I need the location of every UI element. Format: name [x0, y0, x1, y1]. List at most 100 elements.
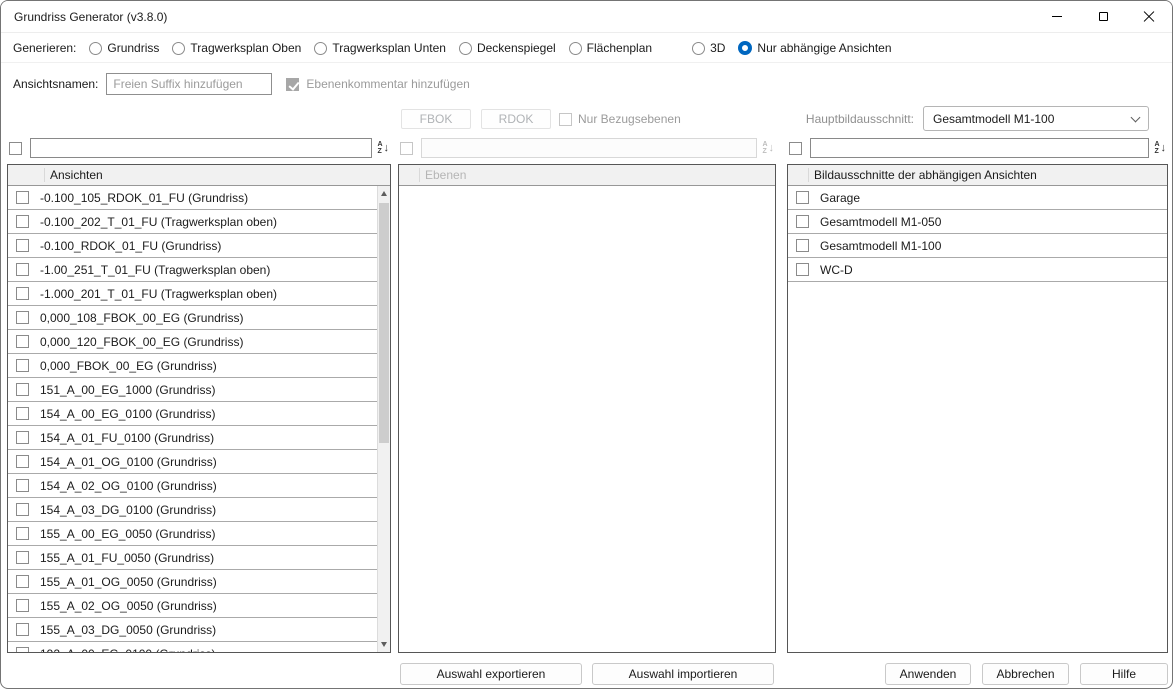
- row-checkbox[interactable]: [16, 647, 29, 652]
- radio-icon: [172, 42, 185, 55]
- view-list-item[interactable]: -1.00_251_T_01_FU (Tragwerksplan oben): [8, 258, 377, 282]
- title-bar: Grundriss Generator (v3.8.0): [1, 1, 1172, 33]
- view-list-item[interactable]: -0.100_202_T_01_FU (Tragwerksplan oben): [8, 210, 377, 234]
- viewports-select-all-checkbox[interactable]: [789, 142, 802, 155]
- export-selection-button[interactable]: Auswahl exportieren: [400, 663, 582, 685]
- grundriss-generator-window: Grundriss Generator (v3.8.0) Generieren:…: [0, 0, 1173, 689]
- maximize-icon: [1099, 12, 1108, 21]
- generate-radio-option[interactable]: Tragwerksplan Oben: [172, 41, 301, 55]
- row-checkbox[interactable]: [16, 191, 29, 204]
- row-checkbox[interactable]: [16, 623, 29, 636]
- row-label: 154_A_03_DG_0100 (Grundriss): [40, 503, 216, 517]
- radio-icon: [89, 42, 102, 55]
- view-list-item[interactable]: 154_A_01_FU_0100 (Grundriss): [8, 426, 377, 450]
- generate-radio-option[interactable]: Grundriss: [89, 41, 159, 55]
- row-checkbox[interactable]: [796, 215, 809, 228]
- row-label: 0,000_FBOK_00_EG (Grundriss): [40, 359, 217, 373]
- view-list-item[interactable]: 154_A_01_OG_0100 (Grundriss): [8, 450, 377, 474]
- radio-icon: [569, 42, 582, 55]
- generate-radio-option[interactable]: Deckenspiegel: [459, 41, 556, 55]
- scrollbar-thumb[interactable]: [379, 203, 389, 443]
- sort-arrow: ↓: [384, 143, 390, 154]
- import-selection-button[interactable]: Auswahl importieren: [592, 663, 774, 685]
- view-list-item[interactable]: 155_A_01_OG_0050 (Grundriss): [8, 570, 377, 594]
- row-checkbox[interactable]: [16, 215, 29, 228]
- viewports-search-input[interactable]: [810, 138, 1149, 158]
- viewports-header-label: Bildausschnitte der abhängigen Ansichten: [788, 168, 1037, 182]
- row-label: 155_A_00_EG_0050 (Grundriss): [40, 527, 215, 541]
- row-label: 192_A_00_EG_0100 (Grundriss): [40, 647, 215, 653]
- viewports-panel: Bildausschnitte der abhängigen Ansichten…: [787, 164, 1168, 653]
- levels-header-label: Ebenen: [399, 168, 466, 182]
- row-label: 151_A_00_EG_1000 (Grundriss): [40, 383, 215, 397]
- viewport-list-item[interactable]: Garage: [788, 186, 1167, 210]
- viewport-list-item[interactable]: Gesamtmodell M1-050: [788, 210, 1167, 234]
- view-list-item[interactable]: 0,000_120_FBOK_00_EG (Grundriss): [8, 330, 377, 354]
- fbok-button: FBOK: [401, 109, 471, 129]
- view-names-row: Ansichtsnamen: Ebenenkommentar hinzufüge…: [1, 71, 1172, 97]
- row-checkbox[interactable]: [796, 263, 809, 276]
- generate-options-row: Generieren: Grundriss Tragwerksplan Oben…: [1, 34, 1172, 63]
- view-list-item[interactable]: -0.100_105_RDOK_01_FU (Grundriss): [8, 186, 377, 210]
- view-list-item[interactable]: 155_A_00_EG_0050 (Grundriss): [8, 522, 377, 546]
- view-list-item[interactable]: 0,000_FBOK_00_EG (Grundriss): [8, 354, 377, 378]
- viewport-list-item[interactable]: WC-D: [788, 258, 1167, 282]
- generate-radio-option[interactable]: 3D: [692, 41, 725, 55]
- generate-radio-option[interactable]: Flächenplan: [569, 41, 652, 55]
- viewports-sort-az-icon[interactable]: AZ ↓: [1154, 141, 1166, 155]
- view-list-item[interactable]: 154_A_00_EG_0100 (Grundriss): [8, 402, 377, 426]
- row-checkbox[interactable]: [16, 383, 29, 396]
- row-checkbox[interactable]: [16, 527, 29, 540]
- row-checkbox[interactable]: [16, 359, 29, 372]
- view-list-item[interactable]: 154_A_03_DG_0100 (Grundriss): [8, 498, 377, 522]
- apply-button[interactable]: Anwenden: [885, 663, 971, 685]
- view-list-item[interactable]: 155_A_01_FU_0050 (Grundriss): [8, 546, 377, 570]
- row-checkbox[interactable]: [16, 551, 29, 564]
- row-checkbox[interactable]: [16, 479, 29, 492]
- view-list-item[interactable]: 0,000_108_FBOK_00_EG (Grundriss): [8, 306, 377, 330]
- row-checkbox[interactable]: [16, 599, 29, 612]
- cancel-button[interactable]: Abbrechen: [982, 663, 1069, 685]
- row-checkbox[interactable]: [796, 191, 809, 204]
- nur-bezugsebenen-checkbox: [559, 113, 572, 126]
- view-list-item[interactable]: 151_A_00_EG_1000 (Grundriss): [8, 378, 377, 402]
- help-button[interactable]: Hilfe: [1080, 663, 1168, 685]
- views-scrollbar[interactable]: [377, 186, 390, 652]
- generate-radio-option[interactable]: Nur abhängige Ansichten: [738, 41, 891, 55]
- row-checkbox[interactable]: [16, 575, 29, 588]
- row-checkbox[interactable]: [16, 263, 29, 276]
- minimize-button[interactable]: [1034, 1, 1080, 32]
- row-checkbox[interactable]: [16, 239, 29, 252]
- generate-radio-option[interactable]: Tragwerksplan Unten: [314, 41, 446, 55]
- view-list-item[interactable]: 155_A_02_OG_0050 (Grundriss): [8, 594, 377, 618]
- header-separator: [808, 168, 809, 182]
- row-checkbox[interactable]: [16, 503, 29, 516]
- scroll-up-icon[interactable]: [381, 191, 387, 196]
- views-select-all-checkbox[interactable]: [9, 142, 22, 155]
- hauptbildausschnitt-dropdown[interactable]: Gesamtmodell M1-100: [923, 106, 1149, 131]
- row-checkbox[interactable]: [16, 311, 29, 324]
- row-checkbox[interactable]: [16, 407, 29, 420]
- sort-letter-a: A: [377, 141, 382, 148]
- view-list-item[interactable]: 154_A_02_OG_0100 (Grundriss): [8, 474, 377, 498]
- close-icon: [1142, 10, 1156, 24]
- close-button[interactable]: [1126, 1, 1172, 32]
- row-label: 154_A_00_EG_0100 (Grundriss): [40, 407, 215, 421]
- view-list-item[interactable]: 192_A_00_EG_0100 (Grundriss): [8, 642, 377, 652]
- row-checkbox[interactable]: [16, 431, 29, 444]
- row-checkbox[interactable]: [16, 455, 29, 468]
- view-list-item[interactable]: -1.000_201_T_01_FU (Tragwerksplan oben): [8, 282, 377, 306]
- scroll-down-icon[interactable]: [381, 642, 387, 647]
- row-checkbox[interactable]: [16, 335, 29, 348]
- views-sort-az-icon[interactable]: AZ ↓: [377, 141, 389, 155]
- viewport-list-item[interactable]: Gesamtmodell M1-100: [788, 234, 1167, 258]
- suffix-input[interactable]: [106, 73, 272, 95]
- row-label: -1.00_251_T_01_FU (Tragwerksplan oben): [40, 263, 270, 277]
- row-checkbox[interactable]: [16, 287, 29, 300]
- view-list-item[interactable]: 155_A_03_DG_0050 (Grundriss): [8, 618, 377, 642]
- view-list-item[interactable]: -0.100_RDOK_01_FU (Grundriss): [8, 234, 377, 258]
- nur-bezugsebenen-label: Nur Bezugsebenen: [578, 112, 681, 126]
- maximize-button[interactable]: [1080, 1, 1126, 32]
- views-search-input[interactable]: [30, 138, 372, 158]
- row-checkbox[interactable]: [796, 239, 809, 252]
